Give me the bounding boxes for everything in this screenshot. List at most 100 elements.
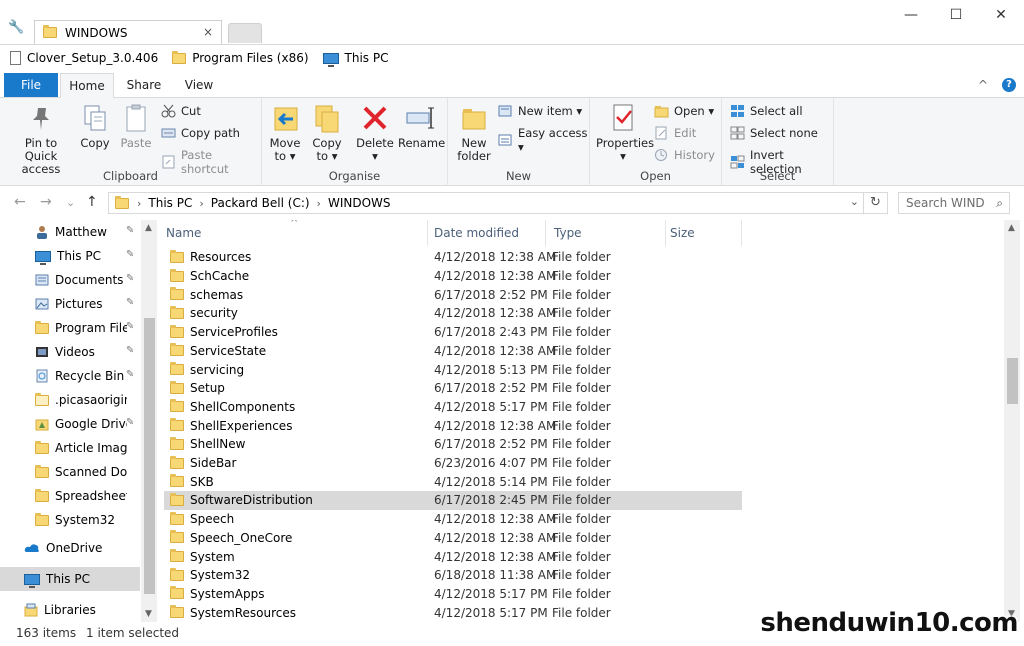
breadcrumb-this-pc[interactable]: This PC (148, 196, 192, 210)
tab-view[interactable]: View (174, 73, 224, 98)
move-to-button[interactable]: Move to ▾ (266, 102, 304, 163)
delete-button[interactable]: Delete ▾ (356, 102, 394, 163)
table-row[interactable]: schemas 6/17/2018 2:52 PM File folder (164, 285, 742, 304)
nav-item-spreadsheets[interactable]: Spreadsheets (0, 484, 140, 508)
properties-icon (607, 102, 639, 134)
recent-locations-button[interactable]: ⌄ (66, 196, 75, 209)
collapse-ribbon-icon[interactable]: ^ (978, 78, 988, 92)
cut-button[interactable]: Cut (161, 104, 201, 118)
table-row[interactable]: SoftwareDistribution 6/17/2018 2:45 PM Fil… (164, 491, 742, 510)
forward-button[interactable]: → (40, 194, 52, 210)
nav-item-videos[interactable]: Videos ✎ (0, 340, 140, 364)
nav-item-libraries[interactable]: Libraries (0, 598, 140, 622)
tab-close-icon[interactable]: × (203, 25, 213, 39)
edit-button[interactable]: Edit (654, 126, 696, 140)
back-button[interactable]: ← (14, 194, 26, 210)
nav-item-system32[interactable]: System32 (0, 508, 140, 532)
copy-button[interactable]: Copy (76, 102, 114, 150)
column-header-size[interactable]: Size (662, 220, 742, 246)
new-tab-button[interactable] (228, 23, 262, 43)
refresh-button[interactable]: ↻ (864, 192, 888, 214)
table-row[interactable]: SideBar 6/23/2016 4:07 PM File folder (164, 454, 742, 473)
open-button[interactable]: Open ▾ (654, 104, 714, 118)
nav-item-pictures[interactable]: Pictures ✎ (0, 292, 140, 316)
nav-label: System32 (55, 513, 116, 527)
table-row[interactable]: ShellNew 6/17/2018 2:52 PM File folder (164, 435, 742, 454)
nav-item-this-pc[interactable]: This PC (0, 567, 140, 591)
help-icon[interactable]: ? (1002, 78, 1016, 92)
nav-item-scanned-documents[interactable]: Scanned Docum (0, 460, 140, 484)
table-row[interactable]: ShellComponents 4/12/2018 5:17 PM File fol… (164, 398, 742, 417)
nav-item-onedrive[interactable]: OneDrive (0, 536, 140, 560)
file-type: File folder (552, 568, 611, 583)
nav-item-this-pc-pinned[interactable]: This PC ✎ (0, 244, 140, 268)
table-row[interactable]: servicing 4/12/2018 5:13 PM File folder (164, 360, 742, 379)
select-all-button[interactable]: Select all (730, 104, 803, 118)
rename-button[interactable]: Rename (398, 102, 445, 150)
nav-item-article-images[interactable]: Article Images (0, 436, 140, 460)
tab-windows[interactable]: WINDOWS × (34, 20, 222, 44)
copy-path-button[interactable]: Copy path (161, 126, 240, 140)
table-row[interactable]: ShellExperiences 4/12/2018 12:38 AM File f… (164, 416, 742, 435)
easy-access-button[interactable]: Easy access ▾ (498, 126, 589, 154)
folder-icon (170, 399, 184, 413)
favorite-program-files[interactable]: Program Files (x86) (172, 50, 309, 65)
column-header-name[interactable]: Name ^ (158, 220, 428, 246)
properties-button[interactable]: Properties ▾ (596, 102, 654, 163)
new-item-button[interactable]: New item ▾ (498, 104, 582, 118)
table-row[interactable]: SKB 4/12/2018 5:14 PM File folder (164, 472, 742, 491)
tab-file[interactable]: File (4, 73, 58, 97)
select-none-button[interactable]: Select none (730, 126, 818, 140)
scrollbar-thumb[interactable] (1007, 358, 1018, 404)
up-button[interactable]: ↑ (86, 194, 98, 210)
history-button[interactable]: History (654, 148, 715, 162)
computer-icon (35, 250, 51, 265)
breadcrumb-windows[interactable]: WINDOWS (328, 196, 391, 210)
wrench-icon[interactable]: 🔧 (8, 20, 24, 35)
pin-to-quick-access-button[interactable]: Pin to Quick access (8, 102, 74, 176)
nav-item-picasaoriginals[interactable]: .picasaorigina (0, 388, 140, 412)
scroll-up-icon[interactable]: ▲ (145, 223, 152, 233)
tab-home[interactable]: Home (60, 73, 114, 98)
paste-button[interactable]: Paste (116, 102, 156, 150)
name-cell: servicing (170, 362, 244, 377)
table-row[interactable]: ServiceState 4/12/2018 12:38 AM File folde… (164, 342, 742, 361)
favorite-clover-setup[interactable]: Clover_Setup_3.0.406 (10, 51, 158, 65)
nav-item-program-files[interactable]: Program Files ✎ (0, 316, 140, 340)
scrollbar-thumb[interactable] (144, 318, 155, 594)
nav-item-google-drive[interactable]: Google Drive ✎ (0, 412, 140, 436)
nav-item-documents[interactable]: Documents ✎ (0, 268, 140, 292)
table-row[interactable]: Speech 4/12/2018 12:38 AM File folder (164, 510, 742, 529)
favorite-this-pc[interactable]: This PC (322, 51, 388, 67)
table-row[interactable]: SchCache 4/12/2018 12:38 AM File folder (164, 267, 742, 286)
file-list-scrollbar[interactable]: ▲ ▼ (1004, 220, 1020, 622)
table-row[interactable]: System 4/12/2018 12:38 AM File folder (164, 547, 742, 566)
table-row[interactable]: security 4/12/2018 12:38 AM File folder (164, 304, 742, 323)
scroll-up-icon[interactable]: ▲ (1008, 223, 1015, 233)
minimize-button[interactable]: — (896, 4, 926, 26)
nav-item-recycle-bin[interactable]: Recycle Bin ✎ (0, 364, 140, 388)
breadcrumb-drive[interactable]: Packard Bell (C:) (211, 196, 310, 210)
table-row[interactable]: Resources 4/12/2018 12:38 AM File folder (164, 248, 742, 267)
tab-share[interactable]: Share (118, 73, 170, 98)
new-folder-button[interactable]: New folder (454, 102, 494, 163)
table-row[interactable]: ServiceProfiles 6/17/2018 2:43 PM File fol… (164, 323, 742, 342)
nav-item-matthew[interactable]: Matthew ✎ (0, 220, 140, 244)
column-header-type[interactable]: Type (546, 220, 666, 246)
nav-pane-scrollbar[interactable]: ▲ ▼ (141, 220, 157, 622)
copy-to-button[interactable]: Copy to ▾ (308, 102, 346, 163)
maximize-button[interactable]: ☐ (941, 4, 971, 26)
search-input[interactable]: Search WIND ⌕ (898, 192, 1010, 214)
selected-count: 1 item selected (86, 626, 180, 640)
table-row[interactable]: SystemApps 4/12/2018 5:17 PM File folder (164, 585, 742, 604)
table-row[interactable]: System32 6/18/2018 11:38 AM File folder (164, 566, 742, 585)
table-row[interactable]: Setup 6/17/2018 2:52 PM File folder (164, 379, 742, 398)
table-row[interactable]: SystemResources 4/12/2018 5:17 PM File fol… (164, 603, 742, 622)
table-row[interactable]: Speech_OneCore 4/12/2018 12:38 AM File fol… (164, 529, 742, 548)
address-dropdown-icon[interactable]: ⌄ (850, 195, 859, 208)
scroll-down-icon[interactable]: ▼ (145, 609, 152, 619)
close-button[interactable]: ✕ (986, 4, 1016, 26)
column-header-date[interactable]: Date modified (426, 220, 546, 246)
new-folder-label-2: folder (457, 149, 491, 163)
address-input[interactable]: › This PC › Packard Bell (C:) › WINDOWS … (108, 192, 864, 214)
